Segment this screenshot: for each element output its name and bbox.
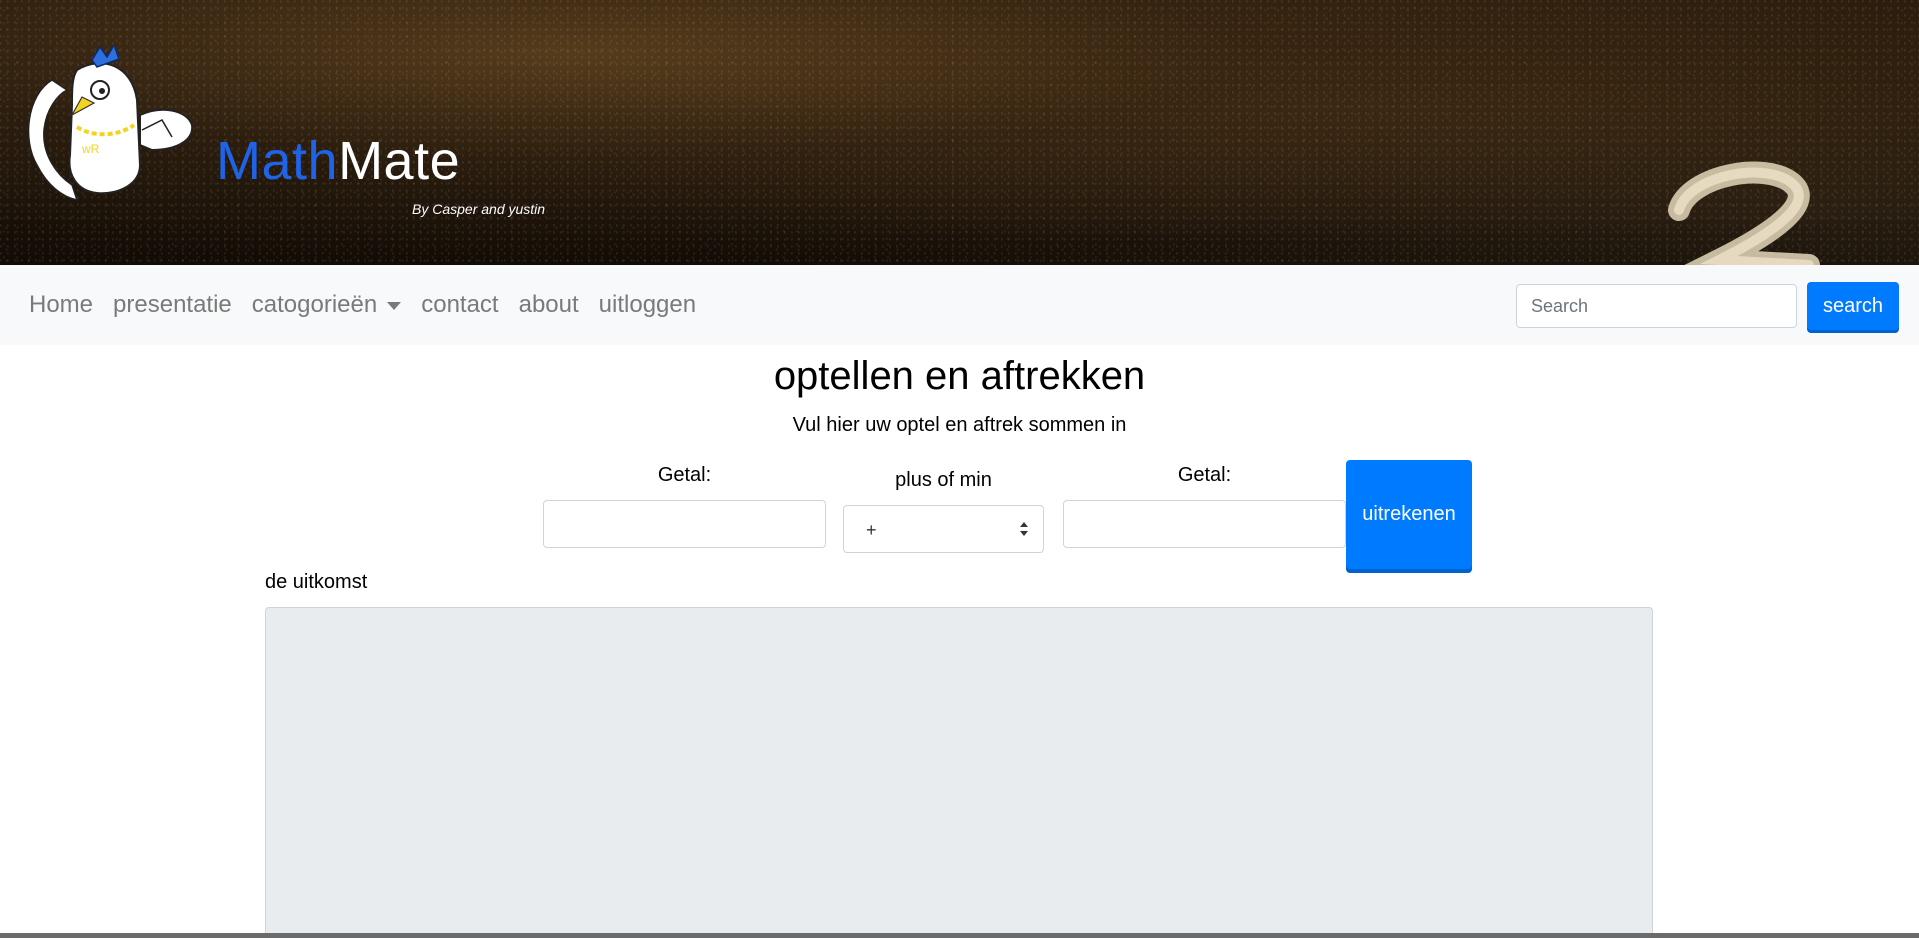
search-input[interactable] bbox=[1515, 284, 1797, 328]
nav-item-home[interactable]: Home bbox=[29, 291, 103, 319]
number1-input[interactable] bbox=[543, 500, 826, 548]
svg-text:wR: wR bbox=[81, 142, 100, 156]
operator-select-value: + bbox=[866, 520, 877, 540]
logo-math-text: Math bbox=[216, 131, 339, 191]
nav-item-categories-label: catogorieën bbox=[251, 291, 378, 318]
calculate-button[interactable]: uitrekenen bbox=[1346, 460, 1472, 569]
chalk-number-decoration-icon bbox=[1668, 161, 1820, 265]
nav-item-about[interactable]: about bbox=[509, 291, 589, 319]
logo-byline: By Casper and yustin bbox=[412, 201, 546, 217]
site-logo[interactable]: MathMate bbox=[216, 134, 460, 188]
window-bottom-edge bbox=[0, 933, 1919, 938]
select-updown-arrows-icon bbox=[1020, 522, 1028, 536]
nav-item-categories-dropdown[interactable]: catogorieën bbox=[242, 291, 411, 319]
result-output-area bbox=[265, 607, 1653, 938]
search-button[interactable]: search bbox=[1806, 282, 1899, 330]
navbar: Home presentatie catogorieën contact abo… bbox=[0, 265, 1919, 345]
header-banner: wR MathMate By Casper and yustin bbox=[0, 0, 1919, 265]
penguin-mascot-icon: wR bbox=[27, 45, 194, 201]
nav-links: Home presentatie catogorieën contact abo… bbox=[29, 265, 706, 345]
nav-item-contact[interactable]: contact bbox=[411, 291, 508, 319]
operator-label: plus of min bbox=[895, 469, 992, 491]
number2-input[interactable] bbox=[1063, 500, 1346, 548]
number1-label: Getal: bbox=[657, 464, 712, 486]
nav-item-presentatie[interactable]: presentatie bbox=[103, 291, 242, 319]
operator-select[interactable]: + bbox=[843, 505, 1044, 553]
page-subtitle: Vul hier uw optel en aftrek sommen in bbox=[792, 414, 1127, 436]
result-label: de uitkomst bbox=[265, 571, 368, 593]
search-form: search bbox=[1515, 282, 1899, 330]
logo-mate-text: Mate bbox=[338, 131, 461, 191]
number2-label: Getal: bbox=[1177, 464, 1232, 486]
page-title: optellen en aftrekken bbox=[773, 354, 1146, 398]
nav-item-logout[interactable]: uitloggen bbox=[589, 291, 706, 319]
page: wR MathMate By Casper and yustin Home pr… bbox=[0, 0, 1919, 938]
caret-down-icon bbox=[387, 302, 402, 310]
